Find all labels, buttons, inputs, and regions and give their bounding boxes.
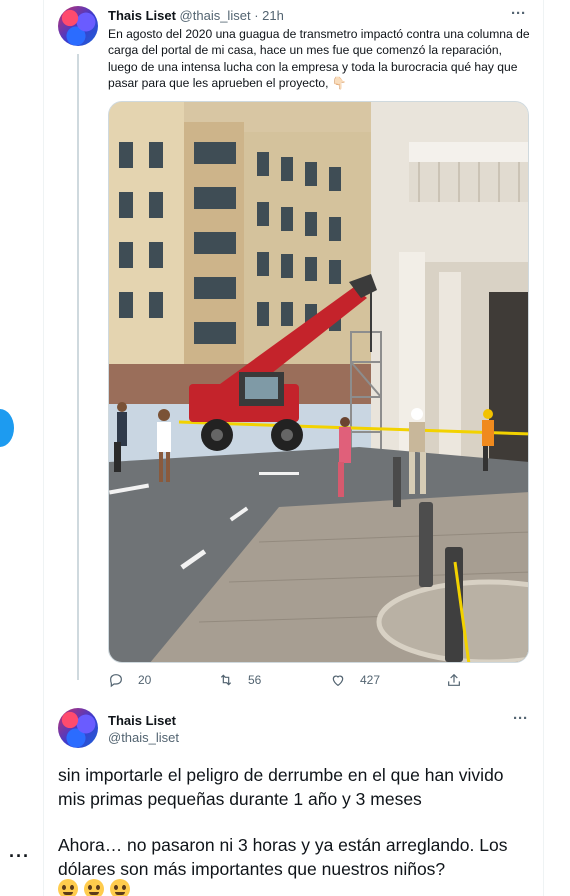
heart-icon [332, 675, 344, 687]
retweet-button[interactable]: 56 [218, 672, 261, 688]
compose-button[interactable] [0, 409, 14, 447]
street-photo-crane [109, 102, 528, 662]
tweet-paragraph: sin importarle el peligro de derrumbe en… [58, 765, 504, 809]
emoji-row [58, 879, 130, 896]
like-button[interactable]: 427 [330, 672, 380, 688]
avatar[interactable] [58, 6, 98, 46]
separator: · [254, 8, 259, 23]
timestamp[interactable]: 21h [262, 8, 284, 23]
grimacing-face-icon [58, 879, 78, 896]
more-options-icon[interactable]: ··· [511, 5, 526, 22]
tweet-actions: 20 56 427 [108, 672, 508, 692]
author-handle[interactable]: @thais_liset [180, 8, 251, 23]
share-icon [448, 673, 460, 686]
retweet-icon [220, 674, 232, 686]
more-options-icon[interactable]: ··· [513, 710, 528, 727]
left-rail: ··· [0, 0, 44, 896]
thread-connector [77, 54, 79, 680]
avatar[interactable] [58, 708, 98, 748]
like-count: 427 [360, 673, 381, 687]
tweet-photo[interactable] [108, 101, 529, 663]
tweet[interactable]: Thais Liset @thais_liset ··· sin importa… [44, 700, 544, 896]
tweet-text: En agosto del 2020 una guagua de transme… [108, 27, 530, 91]
timeline: Thais Liset @thais_liset · 21h ··· En ag… [44, 0, 544, 896]
author-name[interactable]: Thais Liset [108, 713, 176, 728]
author-name[interactable]: Thais Liset [108, 8, 176, 23]
reply-count: 20 [138, 673, 152, 687]
grimacing-face-icon [84, 879, 104, 896]
reply-icon [110, 674, 122, 688]
tweet-text: sin importarle el peligro de derrumbe en… [58, 764, 528, 896]
tweet-header: Thais Liset @thais_liset · 21h [108, 8, 284, 23]
more-options-icon[interactable]: ··· [9, 846, 30, 867]
grimacing-face-icon [110, 879, 130, 896]
share-button[interactable] [446, 672, 462, 688]
tweet[interactable]: Thais Liset @thais_liset · 21h ··· En ag… [44, 0, 544, 700]
retweet-count: 56 [248, 673, 262, 687]
tweet-paragraph: Ahora… no pasaron ni 3 horas y ya están … [58, 835, 508, 879]
author-handle[interactable]: @thais_liset [108, 730, 179, 745]
reply-button[interactable]: 20 [108, 672, 151, 688]
